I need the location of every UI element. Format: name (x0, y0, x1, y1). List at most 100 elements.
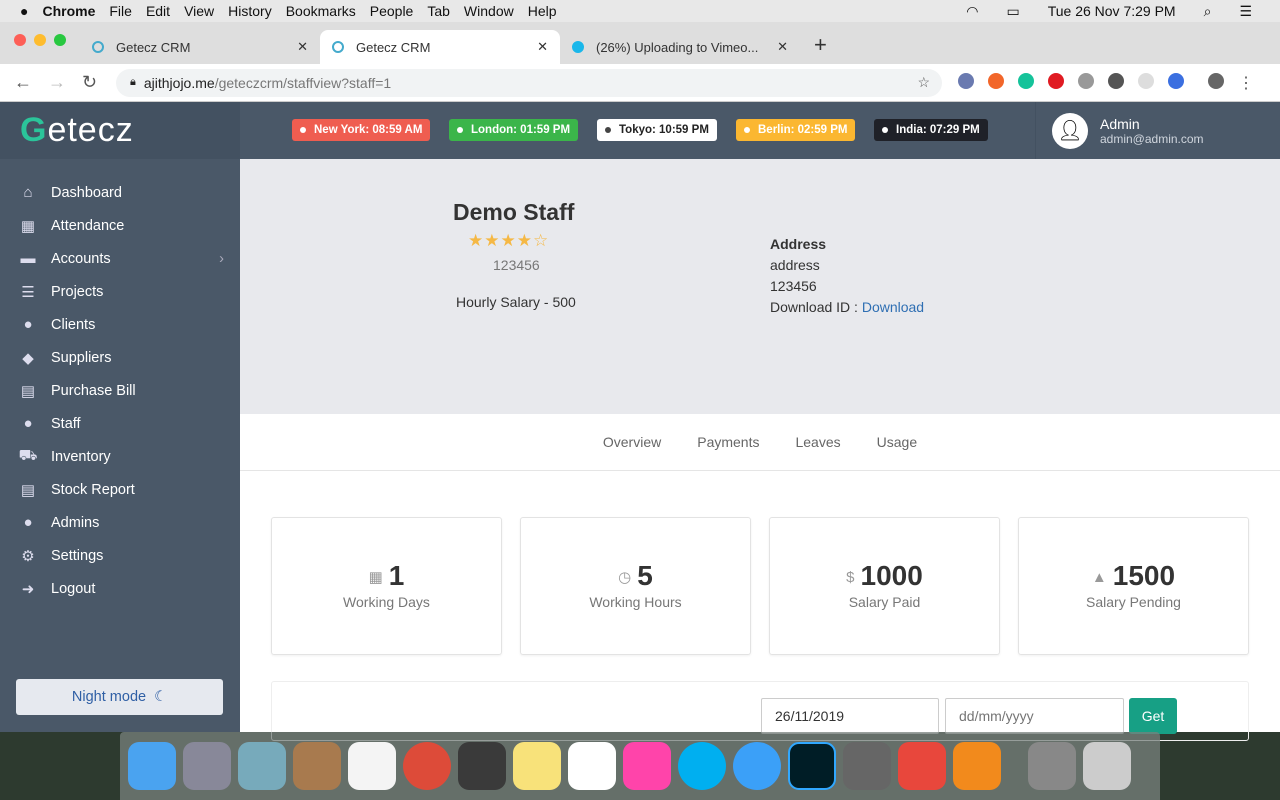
notes-icon[interactable] (513, 742, 561, 790)
new-tab-button[interactable]: + (814, 32, 827, 58)
staff-id: 123456 (493, 257, 540, 273)
search-icon[interactable]: ⌕ (1204, 3, 1212, 20)
menu-tab[interactable]: Tab (427, 3, 450, 19)
sidebar-item-stock-report[interactable]: ▤ Stock Report (0, 473, 240, 506)
sidebar-item-projects[interactable]: ☰ Projects (0, 275, 240, 308)
more-icon[interactable]: ⋮ (1238, 73, 1254, 93)
from-date-input[interactable] (761, 698, 939, 734)
menu-file[interactable]: File (109, 3, 132, 19)
skype-icon[interactable] (678, 742, 726, 790)
sidebar-item-staff[interactable]: ● Staff (0, 407, 240, 440)
zoom-window-button[interactable] (54, 34, 66, 46)
user-icon: ● (23, 316, 33, 333)
mail-icon[interactable] (238, 742, 286, 790)
sidebar-item-label: Settings (51, 547, 104, 564)
logo[interactable]: Getecz (0, 102, 240, 159)
finder-icon[interactable] (128, 742, 176, 790)
address-bar-row: ← → ↻ 🔒︎ ajithjojo.me/geteczcrm/staffvie… (0, 64, 1280, 102)
adblock-extension-icon[interactable] (1048, 72, 1064, 89)
address-block: Address address 123456 Download ID : Dow… (770, 234, 924, 318)
extension-icon[interactable] (1168, 72, 1184, 89)
anydesk-icon[interactable] (898, 742, 946, 790)
tab-payments[interactable]: Payments (697, 434, 759, 450)
tab-usage[interactable]: Usage (877, 434, 917, 450)
system-preferences-icon[interactable] (843, 742, 891, 790)
close-tab-icon[interactable]: ✕ (297, 39, 308, 55)
apple-icon[interactable]: ● (20, 3, 28, 19)
photos-icon[interactable] (623, 742, 671, 790)
clock-label: Tokyo: 10:59 PM (619, 124, 709, 136)
eyedropper-extension-icon[interactable] (958, 72, 974, 89)
sidebar-item-dashboard[interactable]: ⌂ Dashboard (0, 176, 240, 209)
download-link[interactable]: Download (862, 299, 924, 315)
contacts-icon[interactable] (293, 742, 341, 790)
user-icon: ● (23, 415, 33, 432)
wifi-icon[interactable]: ◠ (966, 3, 978, 20)
star-filled-icon: ★ (500, 231, 517, 250)
menu-window[interactable]: Window (464, 3, 514, 19)
grammarly-extension-icon[interactable] (1018, 72, 1034, 89)
camera-extension-icon[interactable] (1078, 72, 1094, 89)
user-menu[interactable]: 👤︎ Admin admin@admin.com (1035, 102, 1280, 159)
to-date-input[interactable] (945, 698, 1124, 734)
sublime-text-icon[interactable] (458, 742, 506, 790)
sidebar-item-attendance[interactable]: ▦ Attendance (0, 209, 240, 242)
close-window-button[interactable] (14, 34, 26, 46)
stat-label: Working Hours (589, 594, 682, 610)
sidebar-item-admins[interactable]: ● Admins (0, 506, 240, 539)
extension-icon[interactable] (1138, 72, 1154, 89)
reminders-icon[interactable] (568, 742, 616, 790)
menubar-clock[interactable]: Tue 26 Nov 7:29 PM (1048, 3, 1176, 19)
favicon-icon (92, 41, 104, 53)
sidebar-item-suppliers[interactable]: ◆ Suppliers (0, 341, 240, 374)
sidebar-item-clients[interactable]: ● Clients (0, 308, 240, 341)
menu-help[interactable]: Help (528, 3, 557, 19)
sync-extension-icon[interactable] (1108, 72, 1124, 89)
chrome-icon[interactable] (403, 742, 451, 790)
night-mode-button[interactable]: Night mode ☾ (16, 679, 223, 715)
list-icon[interactable]: ☰ (1239, 3, 1252, 20)
menu-edit[interactable]: Edit (146, 3, 170, 19)
get-button[interactable]: Get (1129, 698, 1177, 734)
list-alt-icon: ▤ (20, 382, 36, 400)
menu-bookmarks[interactable]: Bookmarks (286, 3, 356, 19)
minimize-window-button[interactable] (34, 34, 46, 46)
menu-people[interactable]: People (370, 3, 414, 19)
profile-avatar[interactable] (1208, 72, 1224, 89)
back-icon[interactable]: ← (14, 72, 34, 93)
sidebar-item-logout[interactable]: ➜ Logout (0, 572, 240, 605)
world-clock-badge: London: 01:59 PM (449, 119, 579, 141)
vlc-icon[interactable] (953, 742, 1001, 790)
close-tab-icon[interactable]: ✕ (537, 39, 548, 55)
browser-tab[interactable]: Getecz CRM ✕ (80, 30, 320, 64)
menu-history[interactable]: History (228, 3, 272, 19)
documents-stack-icon[interactable] (1028, 742, 1076, 790)
mac-menubar: ● Chrome File Edit View History Bookmark… (0, 0, 1280, 22)
calendar-icon[interactable] (348, 742, 396, 790)
sidebar-item-inventory[interactable]: ⛟ Inventory (0, 440, 240, 473)
bookmark-star-icon[interactable]: ☆ (917, 74, 930, 91)
sidebar-item-settings[interactable]: ⚙ Settings (0, 539, 240, 572)
forward-icon[interactable]: → (48, 72, 68, 93)
url-input[interactable]: 🔒︎ ajithjojo.me/geteczcrm/staffview?staf… (116, 68, 942, 97)
trash-icon[interactable] (1083, 742, 1131, 790)
browser-tab-active[interactable]: Getecz CRM ✕ (320, 30, 560, 64)
menu-app[interactable]: Chrome (42, 3, 95, 19)
browser-tab[interactable]: (26%) Uploading to Vimeo... ✕ (560, 30, 800, 64)
sidebar-item-purchase-bill[interactable]: ▤ Purchase Bill (0, 374, 240, 407)
sidebar-item-label: Attendance (51, 217, 125, 234)
launchpad-icon[interactable] (183, 742, 231, 790)
reload-icon[interactable]: ↻ (82, 72, 102, 93)
battery-icon[interactable]: ▭ (1006, 3, 1019, 20)
tab-leaves[interactable]: Leaves (795, 434, 840, 450)
menu-view[interactable]: View (184, 3, 214, 19)
fire-extension-icon[interactable] (988, 72, 1004, 89)
sidebar-item-label: Staff (51, 415, 81, 432)
tab-overview[interactable]: Overview (603, 434, 661, 450)
messages-icon[interactable] (733, 742, 781, 790)
photoshop-icon[interactable] (788, 742, 836, 790)
favicon-icon (332, 41, 344, 53)
close-tab-icon[interactable]: ✕ (777, 39, 788, 55)
stat-card: ◷ 5 Working Hours (520, 517, 751, 655)
sidebar-item-accounts[interactable]: ▬ Accounts › (0, 242, 240, 275)
